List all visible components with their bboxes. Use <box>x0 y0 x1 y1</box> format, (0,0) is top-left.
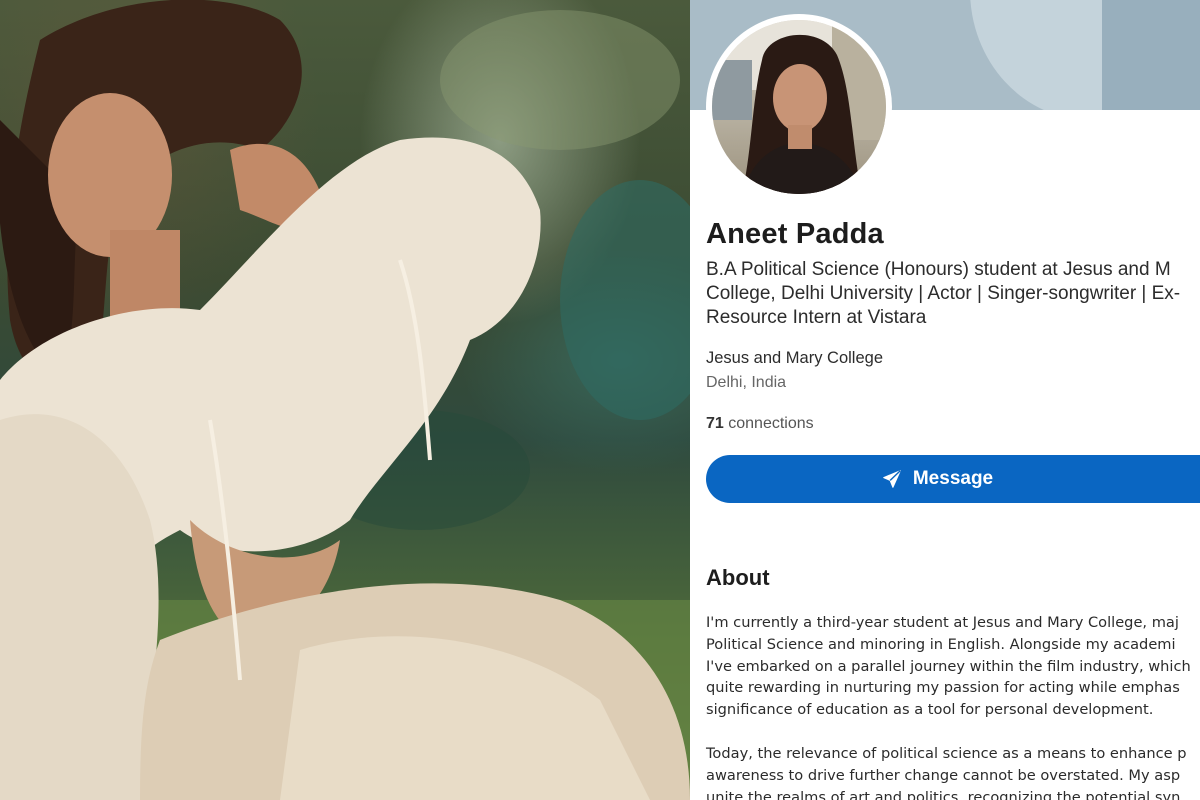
avatar[interactable] <box>706 14 892 200</box>
headline-line: College, Delhi University | Actor | Sing… <box>706 283 1181 304</box>
message-button-label: Message <box>912 468 994 489</box>
profile-location: Delhi, India <box>706 374 787 391</box>
profile-photo <box>712 20 886 194</box>
about-line: I'm currently a third-year student at Je… <box>706 614 1179 631</box>
profile-name: Aneet Padda <box>706 218 884 250</box>
portrait-illustration <box>0 0 690 800</box>
headline-line: Resource Intern at Vistara <box>706 307 927 328</box>
about-text: I'm currently a third-year student at Je… <box>706 612 1200 800</box>
about-line: quite rewarding in nurturing my passion … <box>706 679 1180 697</box>
paper-plane-icon <box>881 468 903 490</box>
headline-line: B.A Political Science (Honours) student … <box>706 259 1171 280</box>
about-line: significance of education as a tool for … <box>706 701 1154 719</box>
connections-number: 71 <box>706 415 724 432</box>
cover-decoration <box>1102 0 1200 110</box>
about-line: I've embarked on a parallel journey with… <box>706 657 1191 675</box>
linkedin-profile-card: Aneet Padda B.A Political Science (Honou… <box>690 0 1200 800</box>
portrait-photo <box>0 0 690 800</box>
about-line: Today, the relevance of political scienc… <box>706 744 1187 762</box>
about-line: Political Science and minoring in Englis… <box>706 635 1176 653</box>
profile-headline: B.A Political Science (Honours) student … <box>706 258 1200 330</box>
profile-organization[interactable]: Jesus and Mary College <box>706 349 883 368</box>
about-heading: About <box>706 565 770 590</box>
connections-label: connections <box>723 415 814 432</box>
message-button[interactable]: Message <box>706 455 1200 503</box>
profile-photo-illustration <box>712 20 886 194</box>
about-line: unite the realms of art and politics, re… <box>706 788 1181 800</box>
about-line: awareness to drive further change cannot… <box>706 766 1181 784</box>
connections-count[interactable]: 71 connections <box>706 415 814 433</box>
